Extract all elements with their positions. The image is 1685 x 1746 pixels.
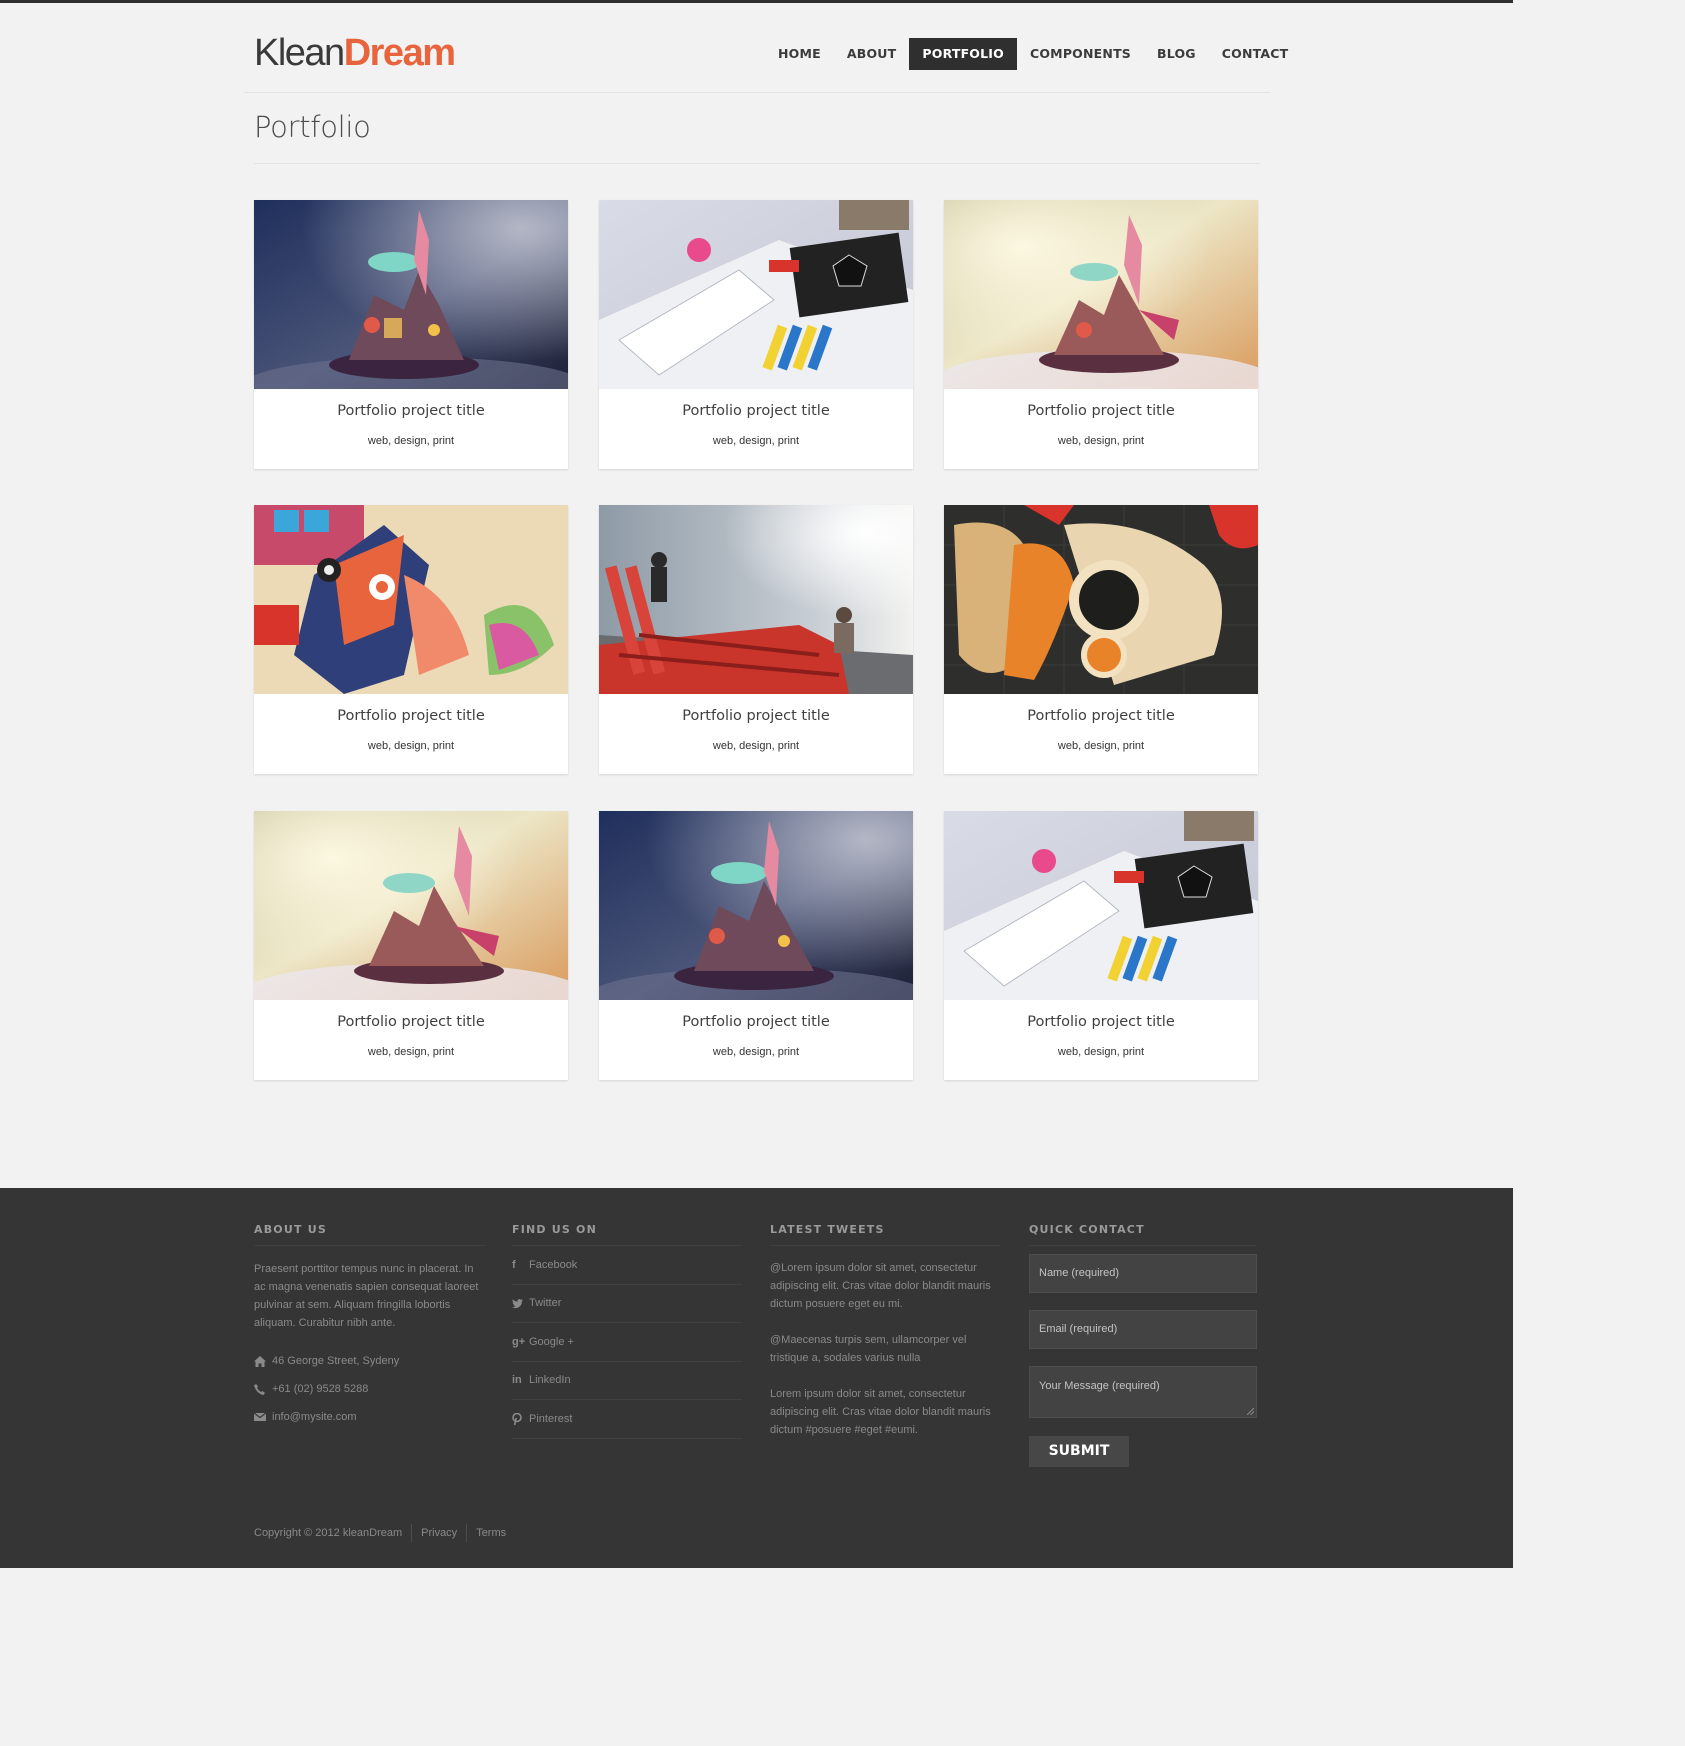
portfolio-item-title[interactable]: Portfolio project title bbox=[599, 1014, 913, 1030]
footer-about-heading: ABOUT US bbox=[254, 1222, 486, 1246]
floating-island-night-image bbox=[599, 811, 913, 1000]
phone-icon bbox=[254, 1383, 272, 1395]
portfolio-item-title[interactable]: Portfolio project title bbox=[944, 403, 1258, 419]
footer-contact-heading: QUICK CONTACT bbox=[1029, 1222, 1257, 1246]
portfolio-item[interactable]: Portfolio project title web, design, pri… bbox=[254, 505, 568, 774]
page-title: Portfolio bbox=[254, 110, 371, 144]
divider bbox=[411, 1524, 413, 1542]
portfolio-item-tags: web, design, print bbox=[712, 435, 800, 447]
social-link-twitter[interactable]: Twitter bbox=[512, 1285, 742, 1323]
nav-about[interactable]: ABOUT bbox=[834, 38, 910, 70]
portfolio-item-title[interactable]: Portfolio project title bbox=[254, 708, 568, 724]
mail-icon bbox=[254, 1413, 272, 1421]
portfolio-thumbnail[interactable] bbox=[944, 811, 1258, 1000]
title-divider bbox=[254, 163, 1260, 164]
portfolio-item[interactable]: Portfolio project title web, design, pri… bbox=[944, 811, 1258, 1080]
portfolio-item-tags: web, design, print bbox=[1057, 1046, 1145, 1058]
footer-email[interactable]: info@mysite.com bbox=[254, 1403, 486, 1431]
footer-bottom-bar: Copyright © 2012 kleanDream Privacy Term… bbox=[254, 1524, 506, 1542]
portfolio-item[interactable]: Portfolio project title web, design, pri… bbox=[599, 811, 913, 1080]
footer-social: FIND US ON f Facebook Twitter g+ Google … bbox=[512, 1222, 742, 1439]
footer-social-heading: FIND US ON bbox=[512, 1222, 742, 1246]
tweet-item[interactable]: @Lorem ipsum dolor sit amet, consectetur… bbox=[770, 1259, 1000, 1313]
nav-home[interactable]: HOME bbox=[765, 38, 834, 70]
floating-island-warm-image bbox=[254, 811, 568, 1000]
portfolio-item[interactable]: Portfolio project title web, design, pri… bbox=[944, 505, 1258, 774]
site-footer: ABOUT US Praesent porttitor tempus nunc … bbox=[0, 1188, 1513, 1568]
portfolio-item[interactable]: Portfolio project title web, design, pri… bbox=[599, 200, 913, 469]
floating-island-night-image bbox=[254, 200, 568, 389]
portfolio-item-title[interactable]: Portfolio project title bbox=[599, 708, 913, 724]
copyright-text: Copyright © 2012 kleanDream bbox=[254, 1527, 403, 1539]
resize-handle-icon[interactable] bbox=[1247, 1408, 1254, 1415]
art-desk-supplies-image bbox=[599, 200, 913, 389]
portfolio-thumbnail[interactable] bbox=[254, 505, 568, 694]
home-icon bbox=[254, 1355, 272, 1367]
site-logo[interactable]: KleanDream bbox=[254, 33, 456, 73]
portfolio-item[interactable]: Portfolio project title web, design, pri… bbox=[254, 200, 568, 469]
social-link-facebook[interactable]: f Facebook bbox=[512, 1246, 742, 1285]
portfolio-item-title[interactable]: Portfolio project title bbox=[944, 1014, 1258, 1030]
portfolio-thumbnail[interactable] bbox=[254, 811, 568, 1000]
name-field[interactable]: Name (required) bbox=[1029, 1254, 1257, 1293]
portfolio-item-tags: web, design, print bbox=[1057, 740, 1145, 752]
footer-about-text: Praesent porttitor tempus nunc in placer… bbox=[254, 1263, 479, 1329]
footer-address: 46 George Street, Sydeny bbox=[254, 1347, 486, 1375]
portfolio-thumbnail[interactable] bbox=[599, 200, 913, 389]
social-link-pinterest[interactable]: Pinterest bbox=[512, 1400, 742, 1439]
tweet-item[interactable]: @Maecenas turpis sem, ullamcorper vel tr… bbox=[770, 1331, 1000, 1367]
portfolio-item-tags: web, design, print bbox=[367, 435, 455, 447]
google-plus-icon: g+ bbox=[512, 1335, 526, 1348]
portfolio-item-tags: web, design, print bbox=[712, 1046, 800, 1058]
linkedin-icon: in bbox=[512, 1374, 522, 1387]
portfolio-item[interactable]: Portfolio project title web, design, pri… bbox=[944, 200, 1258, 469]
portfolio-item-title[interactable]: Portfolio project title bbox=[944, 708, 1258, 724]
email-field[interactable]: Email (required) bbox=[1029, 1310, 1257, 1349]
portfolio-item-title[interactable]: Portfolio project title bbox=[599, 403, 913, 419]
terms-link[interactable]: Terms bbox=[476, 1527, 506, 1539]
cut-paper-shapes-image bbox=[944, 505, 1258, 694]
tweet-item[interactable]: Lorem ipsum dolor sit amet, consectetur … bbox=[770, 1385, 1000, 1439]
portfolio-item-tags: web, design, print bbox=[712, 740, 800, 752]
footer-tweets-heading: LATEST TWEETS bbox=[770, 1222, 1000, 1246]
art-desk-supplies-image bbox=[944, 811, 1258, 1000]
nav-components[interactable]: COMPONENTS bbox=[1017, 38, 1144, 70]
submit-button[interactable]: SUBMIT bbox=[1029, 1436, 1129, 1467]
social-link-linkedin[interactable]: in LinkedIn bbox=[512, 1362, 742, 1400]
portfolio-thumbnail[interactable] bbox=[599, 505, 913, 694]
nav-blog[interactable]: BLOG bbox=[1144, 38, 1209, 70]
portfolio-item-title[interactable]: Portfolio project title bbox=[254, 1014, 568, 1030]
portfolio-thumbnail[interactable] bbox=[599, 811, 913, 1000]
twitter-icon bbox=[512, 1298, 529, 1308]
nav-portfolio[interactable]: PORTFOLIO bbox=[909, 38, 1017, 70]
portfolio-item[interactable]: Portfolio project title web, design, pri… bbox=[599, 505, 913, 774]
main-nav: HOME ABOUT PORTFOLIO COMPONENTS BLOG CON… bbox=[765, 38, 1301, 70]
message-field[interactable]: Your Message (required) bbox=[1029, 1366, 1257, 1418]
portfolio-item-tags: web, design, print bbox=[367, 740, 455, 752]
red-structure-street-image bbox=[599, 505, 913, 694]
header-divider bbox=[244, 92, 1270, 93]
privacy-link[interactable]: Privacy bbox=[421, 1527, 457, 1539]
portfolio-thumbnail[interactable] bbox=[254, 200, 568, 389]
footer-phone: +61 (02) 9528 5288 bbox=[254, 1375, 486, 1403]
portfolio-thumbnail[interactable] bbox=[944, 200, 1258, 389]
site-header: KleanDream HOME ABOUT PORTFOLIO COMPONEN… bbox=[0, 3, 1513, 93]
portfolio-item[interactable]: Portfolio project title web, design, pri… bbox=[254, 811, 568, 1080]
floating-island-warm-image bbox=[944, 200, 1258, 389]
facebook-icon: f bbox=[512, 1258, 516, 1271]
papercraft-bird-image bbox=[254, 505, 568, 694]
divider bbox=[466, 1524, 468, 1542]
footer-quick-contact: QUICK CONTACT Name (required) Email (req… bbox=[1029, 1222, 1257, 1467]
social-link-google-plus[interactable]: g+ Google + bbox=[512, 1323, 742, 1362]
footer-tweets: LATEST TWEETS @Lorem ipsum dolor sit ame… bbox=[770, 1222, 1000, 1439]
portfolio-item-tags: web, design, print bbox=[367, 1046, 455, 1058]
nav-contact[interactable]: CONTACT bbox=[1209, 38, 1302, 70]
pinterest-icon bbox=[512, 1412, 529, 1425]
portfolio-item-tags: web, design, print bbox=[1057, 435, 1145, 447]
footer-about: ABOUT US Praesent porttitor tempus nunc … bbox=[254, 1222, 486, 1431]
portfolio-thumbnail[interactable] bbox=[944, 505, 1258, 694]
portfolio-item-title[interactable]: Portfolio project title bbox=[254, 403, 568, 419]
